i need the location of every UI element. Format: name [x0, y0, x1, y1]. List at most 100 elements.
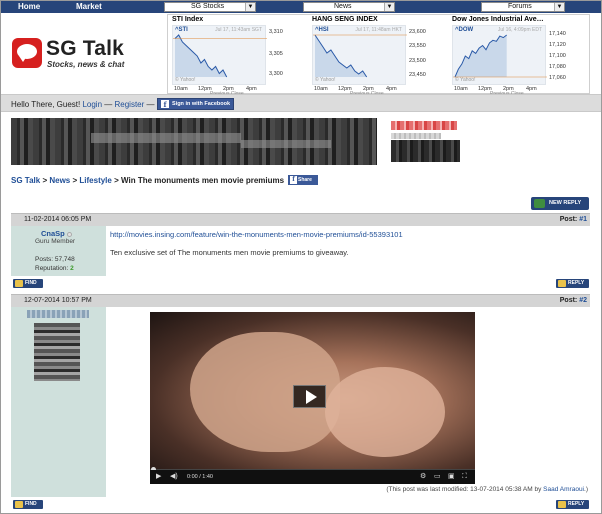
ticker-dow[interactable]: Dow Jones Industrial Ave… ^DOW Jul 16, 4…: [448, 15, 588, 97]
settings-icon[interactable]: ⚙: [420, 473, 426, 481]
post-date: 11-02-2014 06:05 PM: [24, 216, 92, 223]
register-link[interactable]: Register: [115, 100, 145, 109]
chevron-down-icon: ▼: [554, 3, 564, 11]
x-tick-label: 4pm: [386, 86, 397, 92]
ticker-sti[interactable]: STI Index ^STI Jul 17, 11:43am SGT © Yah…: [168, 15, 308, 97]
post-header: 11-02-2014 06:05 PM Post: #1: [11, 213, 590, 226]
post-external-link[interactable]: http://movies.insing.com/feature/win-the…: [110, 230, 403, 239]
reputation-label: Reputation:: [35, 265, 69, 272]
side-ad-image[interactable]: [391, 140, 460, 162]
dropdown-label: SG Stocks: [191, 3, 225, 10]
sgtalk-logo-icon[interactable]: [12, 38, 42, 68]
separator-dash: —: [146, 100, 155, 109]
reputation-value[interactable]: 2: [70, 265, 74, 272]
last-modified-suffix: .): [584, 486, 588, 493]
advertisement-banner[interactable]: [11, 118, 377, 165]
greeting-bar: Hello There, Guest! Login — Register — f…: [1, 94, 601, 112]
volume-icon[interactable]: ◀): [170, 473, 178, 481]
post-number-link[interactable]: #1: [579, 216, 587, 223]
post-number: Post: #2: [560, 297, 587, 304]
ticker-hsi[interactable]: HANG SENG INDEX ^HSI Jul 17, 11:48am HKT…: [308, 15, 448, 97]
find-button[interactable]: FIND: [13, 500, 43, 509]
breadcrumb-lifestyle[interactable]: Lifestyle: [79, 176, 111, 185]
last-modified-note: (This post was last modified: 13-07-2014…: [386, 486, 588, 493]
ad-band: [241, 140, 331, 148]
y-tick-label: 23,550: [409, 43, 426, 49]
facebook-icon: f: [161, 100, 169, 109]
post-number: Post: #1: [560, 216, 587, 223]
author-username[interactable]: CnaSp: [41, 229, 72, 238]
find-button[interactable]: FIND: [13, 279, 43, 288]
username-text: CnaSp: [41, 229, 65, 238]
x-tick-label: 4pm: [526, 86, 537, 92]
avatar[interactable]: [34, 323, 80, 381]
sg-stocks-dropdown[interactable]: SG Stocks ▼: [164, 2, 256, 12]
nav-market-link[interactable]: Market: [76, 2, 102, 11]
author-post-count: Posts: 57,748: [35, 256, 75, 263]
y-tick-label: 17,120: [549, 42, 566, 48]
play-icon: [306, 390, 317, 404]
side-ad-title[interactable]: [391, 121, 457, 130]
ticker-area: [175, 35, 227, 77]
share-label: Share: [298, 177, 312, 183]
x-tick-label: 10am: [314, 86, 328, 92]
hello-guest-text: Hello There, Guest!: [11, 100, 81, 109]
news-dropdown[interactable]: News ▼: [303, 2, 395, 12]
new-reply-button[interactable]: NEW REPLY: [531, 197, 589, 210]
site-tagline: Stocks, news & chat: [47, 60, 125, 69]
magnifier-icon: [15, 501, 23, 508]
fullscreen-icon[interactable]: ⛶: [462, 473, 467, 481]
forums-dropdown[interactable]: Forums ▼: [481, 2, 565, 12]
author-reputation: Reputation: 2: [35, 265, 74, 272]
captions-icon[interactable]: ▭: [434, 473, 441, 481]
breadcrumb-separator: >: [72, 176, 78, 185]
post-number-link[interactable]: #2: [579, 297, 587, 304]
facebook-share-button[interactable]: f Share: [288, 175, 318, 185]
ticker-area: [455, 35, 507, 77]
reply-button[interactable]: REPLY: [556, 500, 589, 509]
breadcrumb: SG Talk > News > Lifestyle > Win The mon…: [11, 176, 284, 185]
dropdown-label: News: [334, 3, 352, 10]
y-tick-label: 3,300: [269, 71, 283, 77]
post-label: Post:: [559, 297, 578, 304]
new-reply-label: NEW REPLY: [549, 200, 582, 206]
embedded-video-player[interactable]: ▶ ◀) 0:00 / 1:40 ⚙ ▭ ▣ ⛶: [150, 312, 475, 484]
reply-label: REPLY: [568, 501, 585, 507]
breadcrumb-news[interactable]: News: [49, 176, 70, 185]
post-header: 12-07-2014 10:57 PM Post: #2: [11, 294, 590, 307]
y-tick-label: 17,140: [549, 31, 566, 37]
y-tick-label: 23,450: [409, 72, 426, 78]
facebook-signin-button[interactable]: f Sign in with Facebook: [157, 98, 234, 110]
new-reply-icon: [534, 199, 545, 208]
breadcrumb-separator: >: [114, 176, 119, 185]
y-tick-label: 3,305: [269, 51, 283, 57]
reply-button[interactable]: REPLY: [556, 279, 589, 288]
post-message: http://movies.insing.com/feature/win-the…: [106, 226, 590, 276]
author-username-blurred[interactable]: [27, 310, 89, 318]
reply-icon: [558, 501, 566, 508]
offline-status-icon: [66, 231, 72, 237]
find-label: FIND: [25, 501, 37, 507]
y-tick-label: 17,080: [549, 64, 566, 70]
ticker-plot: ^STI Jul 17, 11:43am SGT © Yahoo!: [172, 25, 267, 85]
x-tick-label: 10am: [454, 86, 468, 92]
last-modified-user-link[interactable]: Saad Amraoui: [543, 486, 584, 493]
y-tick-label: 17,060: [549, 75, 566, 81]
y-tick-label: 3,310: [269, 29, 283, 35]
ticker-plot: ^DOW Jul 16, 4:09pm EDT © Yahoo!: [452, 25, 547, 85]
video-time: 0:00 / 1:40: [187, 474, 213, 480]
ticker-title: HANG SENG INDEX: [312, 16, 378, 23]
site-title[interactable]: SG Talk: [46, 37, 124, 61]
youtube-logo-icon[interactable]: ▣: [448, 473, 455, 481]
chevron-down-icon: ▼: [384, 3, 394, 11]
nav-home-link[interactable]: Home: [18, 2, 40, 11]
play-small-icon[interactable]: ▶: [156, 473, 161, 481]
breadcrumb-sgtalk[interactable]: SG Talk: [11, 176, 40, 185]
facebook-icon: f: [290, 176, 297, 184]
facebook-signin-label: Sign in with Facebook: [172, 101, 231, 107]
login-link[interactable]: Login: [82, 100, 102, 109]
magnifier-icon: [15, 280, 23, 287]
side-ad-text: [391, 133, 441, 139]
post-label: Post:: [559, 216, 578, 223]
video-frame-shape: [325, 367, 445, 457]
